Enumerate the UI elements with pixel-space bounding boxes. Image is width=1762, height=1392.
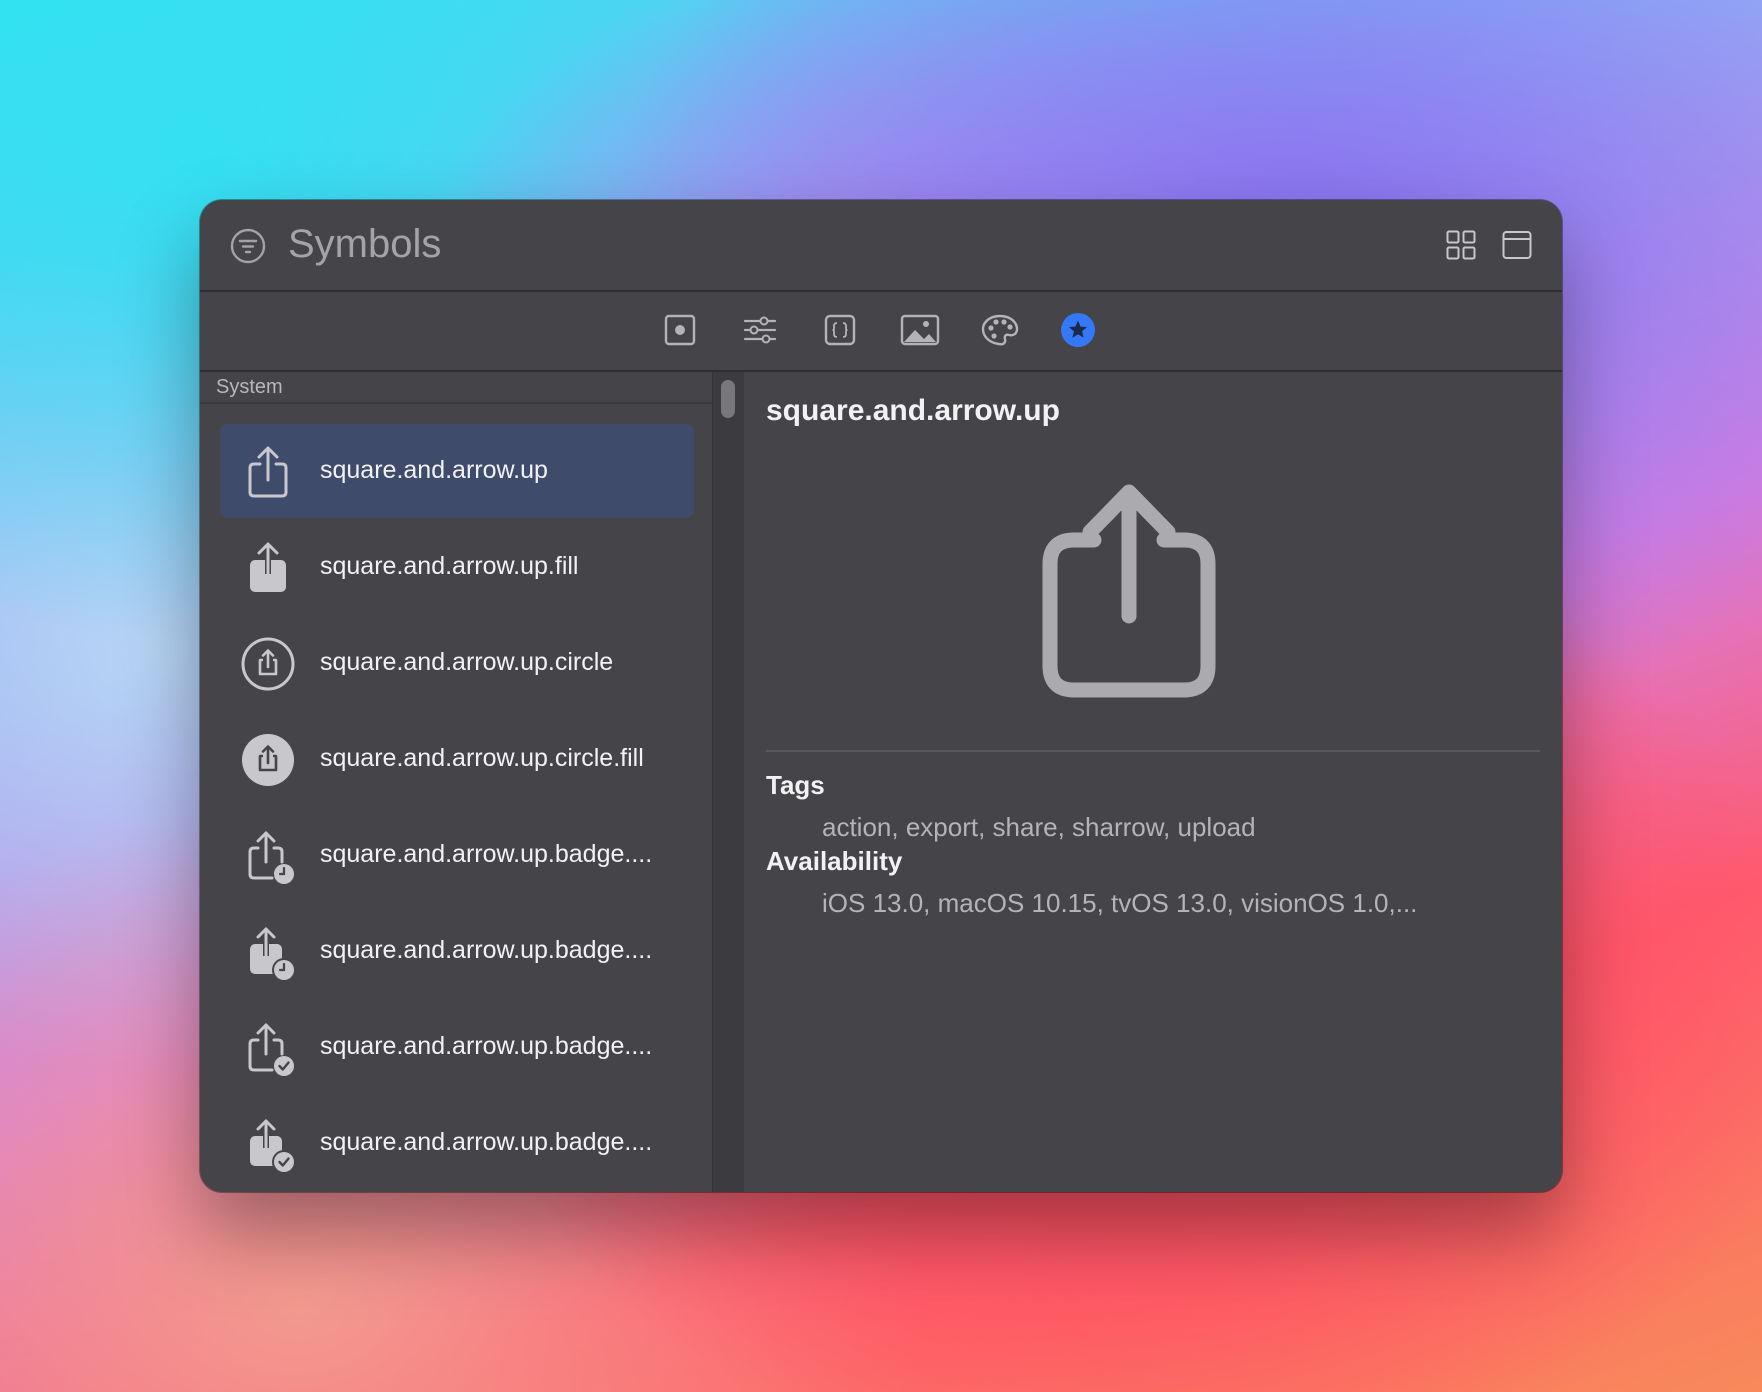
- detail-divider: [766, 750, 1540, 752]
- list-item-label: square.and.arrow.up.circle.fill: [320, 744, 644, 772]
- share-badge-clock-icon: [240, 828, 296, 884]
- share-badge-check-icon: [240, 1020, 296, 1076]
- grid-view-icon[interactable]: [1446, 230, 1476, 260]
- braces-icon[interactable]: [822, 312, 858, 348]
- section-header: System: [216, 376, 283, 398]
- list-item-label: square.and.arrow.up.badge....: [320, 1128, 653, 1156]
- tags-heading: Tags: [766, 770, 825, 800]
- list-item-label: square.and.arrow.up.fill: [320, 552, 579, 580]
- list-item-label: square.and.arrow.up.badge....: [320, 840, 653, 868]
- availability-value: iOS 13.0, macOS 10.15, tvOS 13.0, vision…: [822, 888, 1418, 918]
- symbol-name: square.and.arrow.up: [766, 394, 1060, 427]
- sliders-icon[interactable]: [742, 312, 778, 348]
- share-circle-fill-icon: [240, 732, 296, 788]
- tags-value: action, export, share, sharrow, upload: [822, 812, 1256, 842]
- list-item[interactable]: square.and.arrow.up.badge....: [220, 904, 694, 998]
- symbols-window: Symbols System square.and.arrow.up squar…: [200, 200, 1562, 1192]
- list-item-label: square.and.arrow.up.circle: [320, 648, 614, 676]
- share-icon: [240, 444, 296, 500]
- share-fill-badge-clock-icon: [240, 924, 296, 982]
- detail-pane: square.and.arrow.up Tags action, export,…: [744, 372, 1562, 1192]
- list-item[interactable]: square.and.arrow.up.badge....: [220, 1096, 694, 1190]
- share-fill-icon: [240, 540, 296, 596]
- window-title: Symbols: [288, 222, 442, 266]
- title-bar: Symbols: [200, 200, 1562, 292]
- list-item-label: square.and.arrow.up.badge....: [320, 1032, 653, 1060]
- list-item[interactable]: square.and.arrow.up.circle.fill: [220, 712, 694, 806]
- list-item[interactable]: square.and.arrow.up: [220, 424, 694, 518]
- section-divider: [200, 402, 712, 404]
- list-item[interactable]: square.and.arrow.up.badge....: [220, 808, 694, 902]
- list-item[interactable]: square.and.arrow.up.fill: [220, 520, 694, 614]
- record-icon[interactable]: [662, 312, 698, 348]
- list-item-label: square.and.arrow.up: [320, 456, 548, 484]
- share-fill-badge-check-icon: [240, 1116, 296, 1174]
- scrollbar-thumb[interactable]: [721, 380, 735, 418]
- filter-icon[interactable]: [230, 228, 266, 264]
- scrollbar[interactable]: [712, 372, 744, 1192]
- inspector-toolbar: [200, 292, 1562, 372]
- availability-heading: Availability: [766, 846, 903, 876]
- symbol-list: System square.and.arrow.up square.and.ar…: [200, 372, 712, 1192]
- palette-icon[interactable]: [980, 312, 1020, 348]
- list-item[interactable]: square.and.arrow.up.circle: [220, 616, 694, 710]
- star-circle-icon[interactable]: [1060, 312, 1096, 348]
- image-icon[interactable]: [900, 312, 940, 348]
- window-layout-icon[interactable]: [1502, 230, 1532, 260]
- share-icon: [1034, 480, 1224, 700]
- list-item[interactable]: square.and.arrow.up.badge....: [220, 1000, 694, 1094]
- share-circle-icon: [240, 636, 296, 692]
- list-item-label: square.and.arrow.up.badge....: [320, 936, 653, 964]
